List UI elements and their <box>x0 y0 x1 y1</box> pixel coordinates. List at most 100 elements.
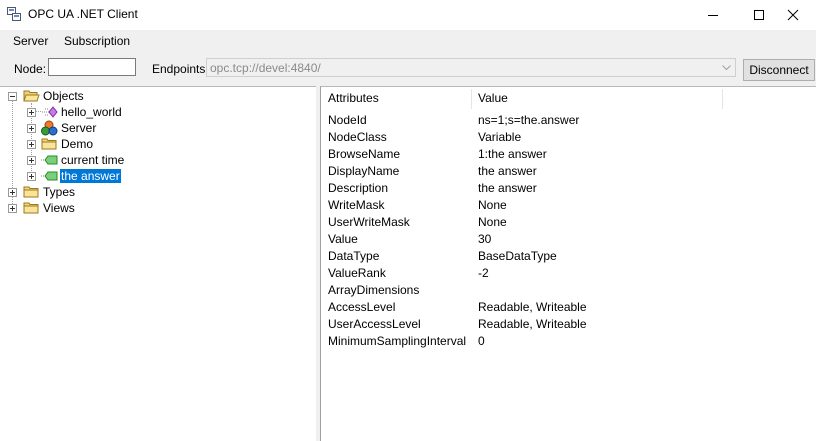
variable-icon <box>41 171 58 181</box>
chevron-down-icon <box>721 64 731 70</box>
address-space-tree[interactable]: Objects hello_world Server Demo current … <box>0 86 316 441</box>
tree-node-label: hello_world <box>61 105 122 119</box>
collapse-toggle[interactable] <box>8 92 17 101</box>
tree-node-types[interactable]: Types <box>0 184 300 200</box>
table-row[interactable]: Value 30 <box>321 231 816 248</box>
tree-node-demo[interactable]: Demo <box>0 136 300 152</box>
expand-toggle[interactable] <box>27 108 36 117</box>
attribute-name: AccessLevel <box>328 300 396 314</box>
maximize-icon <box>754 10 764 20</box>
attribute-value: 0 <box>478 334 485 348</box>
attribute-value: ns=1;s=the.answer <box>478 113 580 127</box>
attribute-name: UserAccessLevel <box>328 317 421 331</box>
attribute-value: the answer <box>478 181 537 195</box>
tree-node-the-answer[interactable]: the answer <box>0 168 300 184</box>
title-bar[interactable]: OPC UA .NET Client <box>0 0 816 30</box>
variable-icon <box>41 155 58 165</box>
table-row[interactable]: ArrayDimensions <box>321 282 816 299</box>
tree-node-label: Types <box>43 185 76 199</box>
table-row[interactable]: NodeId ns=1;s=the.answer <box>321 112 816 129</box>
app-icon <box>7 7 21 21</box>
tree-node-label: Server <box>61 121 97 135</box>
endpoints-label: Endpoints: <box>152 62 209 76</box>
table-row[interactable]: AccessLevel Readable, Writeable <box>321 299 816 316</box>
node-input[interactable] <box>48 58 136 76</box>
attribute-name: WriteMask <box>328 198 385 212</box>
table-row[interactable]: DisplayName the answer <box>321 163 816 180</box>
window-title: OPC UA .NET Client <box>28 7 138 21</box>
tree-node-hello-world[interactable]: hello_world <box>0 104 300 120</box>
attribute-value: the answer <box>478 164 537 178</box>
tree-node-label: current time <box>61 153 125 167</box>
attribute-name: NodeId <box>328 113 367 127</box>
attribute-name: Value <box>328 232 358 246</box>
attribute-name: MinimumSamplingInterval <box>328 334 467 348</box>
attribute-value: 1:the answer <box>478 147 547 161</box>
attribute-name: ArrayDimensions <box>328 283 420 297</box>
list-header: Attributes Value <box>321 87 816 111</box>
expand-toggle[interactable] <box>27 140 36 149</box>
attribute-name: UserWriteMask <box>328 215 410 229</box>
column-header-value[interactable]: Value <box>478 91 508 105</box>
table-row[interactable]: NodeClass Variable <box>321 129 816 146</box>
tree-node-objects[interactable]: Objects <box>0 88 300 104</box>
table-row[interactable]: DataType BaseDataType <box>321 248 816 265</box>
attribute-value: Readable, Writeable <box>478 317 587 331</box>
close-button[interactable] <box>770 0 816 30</box>
endpoints-combo[interactable]: opc.tcp://devel:4840/ <box>206 58 736 77</box>
server-object-icon <box>41 120 58 136</box>
connection-toolbar: Node: Endpoints: opc.tcp://devel:4840/ D… <box>0 54 816 86</box>
tree-node-label: Objects <box>43 89 84 103</box>
attribute-value: -2 <box>478 266 489 280</box>
disconnect-button[interactable]: Disconnect <box>743 59 815 81</box>
folder-icon <box>41 138 57 150</box>
table-row[interactable]: UserAccessLevel Readable, Writeable <box>321 316 816 333</box>
column-header-attributes[interactable]: Attributes <box>328 91 379 105</box>
attribute-name: NodeClass <box>328 130 387 144</box>
attribute-name: Description <box>328 181 389 195</box>
minimize-icon <box>708 15 718 16</box>
table-row[interactable]: BrowseName 1:the answer <box>321 146 816 163</box>
tree-node-current-time[interactable]: current time <box>0 152 300 168</box>
menu-bar: Server Subscription <box>0 30 816 54</box>
expand-toggle[interactable] <box>8 204 17 213</box>
attributes-list[interactable]: Attributes Value NodeId ns=1;s=the.answer… <box>320 86 816 441</box>
attribute-value: None <box>478 215 507 229</box>
column-divider[interactable] <box>722 89 723 109</box>
attribute-value: 30 <box>478 232 492 246</box>
method-icon <box>42 106 58 118</box>
attribute-value: Readable, Writeable <box>478 300 587 314</box>
close-icon <box>787 9 799 21</box>
column-divider[interactable] <box>471 89 472 109</box>
attribute-value: BaseDataType <box>478 249 557 263</box>
expand-toggle[interactable] <box>8 188 17 197</box>
expand-toggle[interactable] <box>27 156 36 165</box>
table-row[interactable]: MinimumSamplingInterval 0 <box>321 333 816 350</box>
minimize-button[interactable] <box>690 0 736 30</box>
folder-icon <box>23 202 39 214</box>
attribute-name: DisplayName <box>328 164 400 178</box>
table-row[interactable]: ValueRank -2 <box>321 265 816 282</box>
tree-node-views[interactable]: Views <box>0 200 300 216</box>
table-row[interactable]: UserWriteMask None <box>321 214 816 231</box>
tree-node-label: Views <box>43 201 75 215</box>
menu-subscription[interactable]: Subscription <box>64 34 130 48</box>
attribute-value: None <box>478 198 507 212</box>
node-label: Node: <box>14 62 47 76</box>
endpoint-value: opc.tcp://devel:4840/ <box>210 61 321 75</box>
tree-node-server[interactable]: Server <box>0 120 300 136</box>
tree-node-label: Demo <box>61 137 94 151</box>
menu-server[interactable]: Server <box>13 34 48 48</box>
attribute-value: Variable <box>478 130 522 144</box>
expand-toggle[interactable] <box>27 172 36 181</box>
attribute-name: DataType <box>328 249 380 263</box>
folder-open-icon <box>23 90 40 102</box>
expand-toggle[interactable] <box>27 124 36 133</box>
dropdown-button[interactable] <box>717 59 735 76</box>
tree-node-label: the answer <box>59 168 122 184</box>
attribute-name: ValueRank <box>328 266 386 280</box>
table-row[interactable]: WriteMask None <box>321 197 816 214</box>
folder-icon <box>23 186 39 198</box>
attribute-name: BrowseName <box>328 147 401 161</box>
table-row[interactable]: Description the answer <box>321 180 816 197</box>
